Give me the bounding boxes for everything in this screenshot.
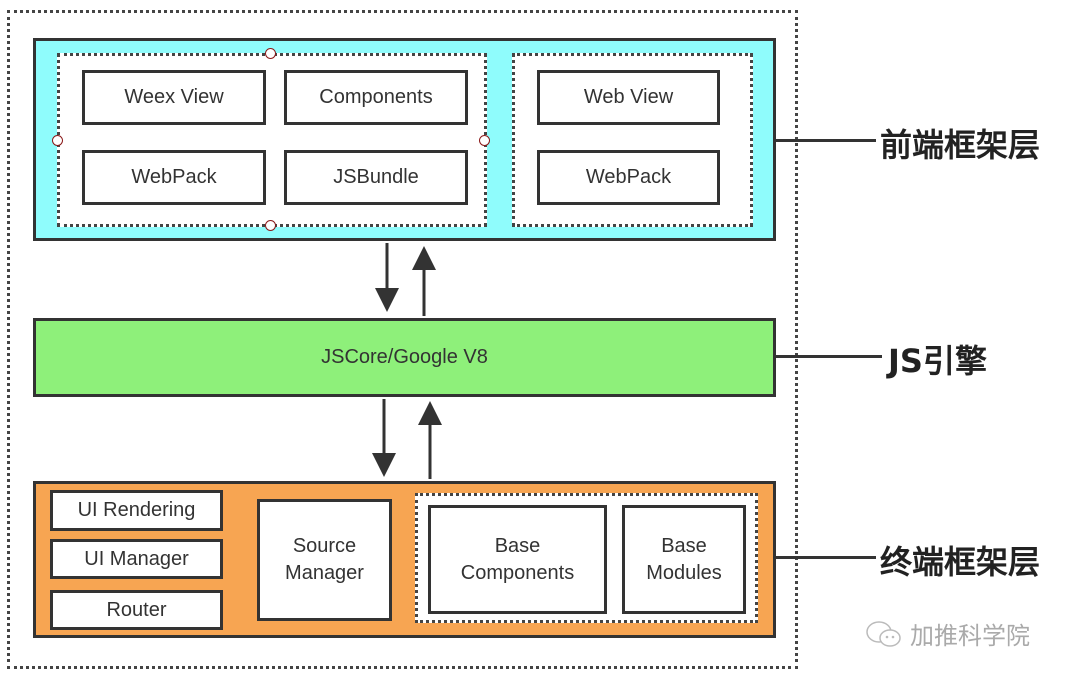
base-modules-box: Base Modules (622, 505, 746, 614)
frontend-connector (776, 139, 876, 142)
engine-layer: JSCore/Google V8 (33, 318, 776, 397)
weex-view-box: Weex View (82, 70, 266, 125)
selection-handle[interactable] (265, 220, 276, 231)
ui-rendering-box: UI Rendering (50, 490, 223, 531)
selection-handle[interactable] (265, 48, 276, 59)
ui-manager-box: UI Manager (50, 539, 223, 579)
web-view-box: Web View (537, 70, 720, 125)
selection-handle[interactable] (479, 135, 490, 146)
watermark: 加推科学院 (864, 616, 1030, 651)
base-components-box: Base Components (428, 505, 607, 614)
engine-label: JS引擎 (888, 342, 987, 380)
frontend-label: 前端框架层 (880, 126, 1041, 164)
watermark-text: 加推科学院 (910, 622, 1030, 650)
web-webpack-box: WebPack (537, 150, 720, 205)
router-box: Router (50, 590, 223, 630)
wechat-icon (866, 620, 901, 647)
native-label: 终端框架层 (880, 543, 1041, 581)
engine-title: JSCore/Google V8 (321, 346, 488, 368)
jsbundle-box: JSBundle (284, 150, 468, 205)
webpack-box: WebPack (82, 150, 266, 205)
components-box: Components (284, 70, 468, 125)
source-manager-box: Source Manager (257, 499, 392, 621)
selection-handle[interactable] (52, 135, 63, 146)
engine-connector (776, 355, 882, 358)
native-connector (776, 556, 876, 559)
